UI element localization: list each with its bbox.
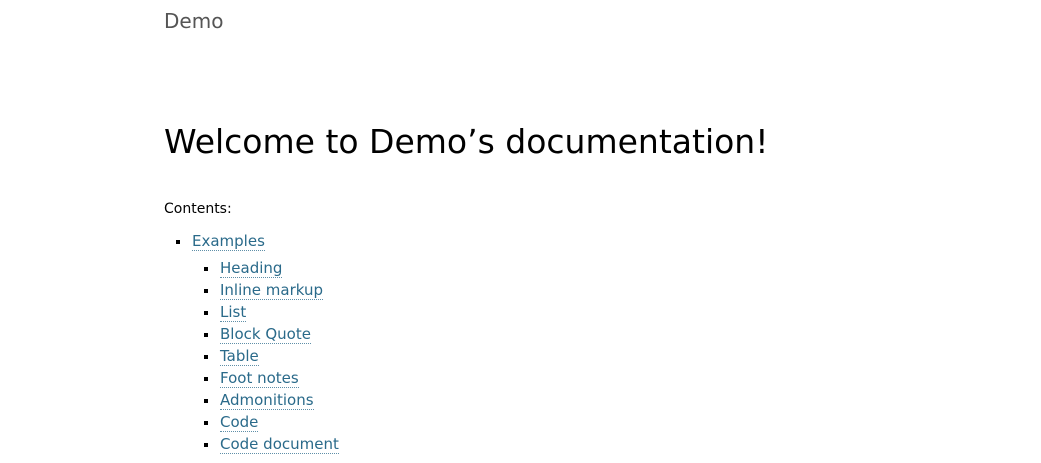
toc-link-block-quote[interactable]: Block Quote xyxy=(220,325,311,344)
toc-subitem: Heading xyxy=(192,257,339,279)
toc-link-code-document[interactable]: Code document xyxy=(220,435,339,454)
toc-subitem: Code document xyxy=(192,433,339,455)
toc-subitem: Table xyxy=(192,345,339,367)
toc-item-examples: Examples Heading Inline markup List Bloc… xyxy=(164,230,339,455)
toc-subitem: Code xyxy=(192,411,339,433)
toc-subitem: Block Quote xyxy=(192,323,339,345)
toc-subitem: Admonitions xyxy=(192,389,339,411)
toc-subitem: Inline markup xyxy=(192,279,339,301)
toc-link-heading[interactable]: Heading xyxy=(220,259,283,278)
toc-subitem: List xyxy=(192,301,339,323)
site-title-link[interactable]: Demo xyxy=(164,9,223,33)
toc-caption: Contents: xyxy=(164,201,232,217)
toc-link-foot-notes[interactable]: Foot notes xyxy=(220,369,299,388)
toc-link-inline-markup[interactable]: Inline markup xyxy=(220,281,323,300)
table-of-contents: Examples Heading Inline markup List Bloc… xyxy=(164,230,339,455)
toc-subitem: Foot notes xyxy=(192,367,339,389)
toc-link-examples[interactable]: Examples xyxy=(192,232,265,251)
toc-link-table[interactable]: Table xyxy=(220,347,259,366)
toc-link-list[interactable]: List xyxy=(220,303,247,322)
toc-sublist: Heading Inline markup List Block Quote T… xyxy=(192,257,339,455)
toc-link-admonitions[interactable]: Admonitions xyxy=(220,391,314,410)
page-title: Welcome to Demo’s documentation! xyxy=(164,122,769,161)
toc-link-code[interactable]: Code xyxy=(220,413,259,432)
